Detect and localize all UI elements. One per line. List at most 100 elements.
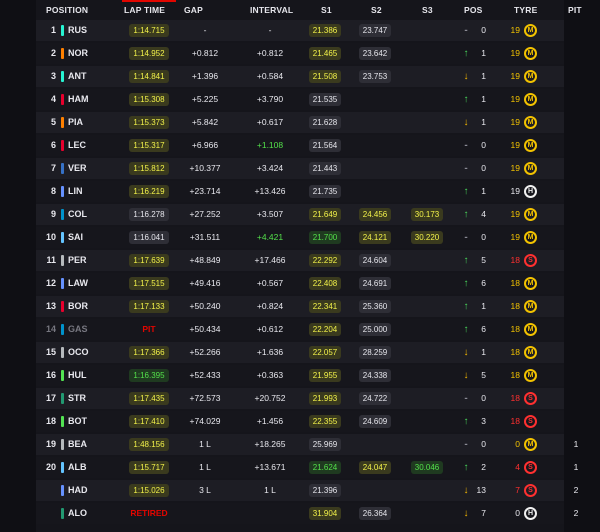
- header-position[interactable]: POSITION: [46, 5, 88, 15]
- header-gap[interactable]: GAP: [184, 5, 203, 15]
- table-row[interactable]: 12 LAW 1:17.515 +49.416 +0.567 22.408 24.691 ↑ 6…: [36, 273, 564, 294]
- driver-code[interactable]: NOR: [68, 43, 88, 64]
- driver-code[interactable]: ALB: [68, 457, 87, 478]
- table-row[interactable]: 18 BOT 1:17.410 +74.029 +1.456 22.355 24.609 ↑ 3…: [36, 411, 564, 432]
- sector-2-time-cell: 24.722: [350, 388, 400, 409]
- gap-value: 1 L: [199, 462, 211, 472]
- position-change: 5: [481, 370, 486, 380]
- table-row[interactable]: 6 LEC 1:15.317 +6.966 +1.108 21.564 - 0 19 M: [36, 135, 564, 156]
- tyre-hard-icon: H: [524, 185, 537, 198]
- table-row[interactable]: 19 BEA 1:48.156 1 L +18.265 25.969-0 0 M 1: [36, 434, 578, 455]
- tyre-age: 19: [510, 232, 520, 242]
- table-row[interactable]: 16 HUL 1:16.395 +52.433 +0.363 21.955 24.338 ↓ 5…: [36, 365, 564, 386]
- driver-code[interactable]: HAM: [68, 89, 89, 110]
- sector-2-time-cell: 23.747: [350, 20, 400, 41]
- gap-value: +5.842: [191, 117, 219, 127]
- interval-value: +18.265: [254, 439, 286, 449]
- table-row[interactable]: 13 BOR 1:17.133 +50.240 +0.824 22.341 25.360 ↑ 1…: [36, 296, 564, 317]
- sector-1-time-cell: 21.700: [300, 227, 350, 248]
- no-change-icon: -: [464, 439, 468, 450]
- driver-code[interactable]: BOR: [68, 296, 88, 317]
- arrow-up-icon: ↑: [463, 255, 469, 266]
- tyre-age: 19: [510, 25, 520, 35]
- driver-code[interactable]: BOT: [68, 411, 87, 432]
- table-row[interactable]: 20 ALB 1:15.717 1 L +13.671 21.624 24.047 30.04…: [36, 457, 578, 478]
- driver-code[interactable]: PER: [68, 250, 87, 271]
- tyre-age: 18: [510, 278, 520, 288]
- table-row[interactable]: HAD 1:15.026 3 L 1 L 21.396 ↓ 13 7 S 2: [36, 480, 578, 501]
- lap-time-cell: 1:15.026: [123, 480, 175, 501]
- sector-1-time-cell: 22.355: [300, 411, 350, 432]
- driver-code[interactable]: BEA: [68, 434, 87, 455]
- pit-stops: [566, 66, 586, 87]
- table-row[interactable]: 2 NOR 1:14.952 +0.812 +0.812 21.465 23.642 ↑ 1 19…: [36, 43, 564, 64]
- sector-1-time-cell: 21.465: [300, 43, 350, 64]
- table-row[interactable]: 9 COL 1:16.278 +27.252 +3.507 21.649 24.456 30.…: [36, 204, 564, 225]
- driver-code[interactable]: SAI: [68, 227, 83, 248]
- table-row[interactable]: 14 GAS PIT +50.434 +0.612 22.204 25.000 ↑ 6 18 M: [36, 319, 564, 340]
- driver-code[interactable]: RUS: [68, 20, 87, 41]
- driver-code[interactable]: LEC: [68, 135, 86, 156]
- tyre-medium-icon: M: [524, 93, 537, 106]
- team-color-bar: [61, 439, 64, 450]
- sector-3-time-cell: [402, 20, 452, 41]
- table-row[interactable]: 7 VER 1:15.812 +10.377 +3.424 21.443 - 0 19 M: [36, 158, 564, 179]
- tyre-medium-icon: M: [524, 162, 537, 175]
- tyre-age: 4: [515, 462, 520, 472]
- header-s1[interactable]: S1: [321, 5, 332, 15]
- gap-value: +52.266: [189, 347, 221, 357]
- position-change: 7: [481, 508, 486, 518]
- table-row[interactable]: ALO RETIRED 31.904 26.364 ↓ 7 0 H 2: [36, 503, 578, 524]
- tyre-soft-icon: S: [524, 392, 537, 405]
- lap-time: 1:15.717: [129, 461, 169, 475]
- sector-3-time-cell: [402, 342, 452, 363]
- sector-1-time: 21.465: [308, 47, 342, 61]
- sector-3-time-cell: [402, 411, 452, 432]
- sector-1-time-cell: 21.535: [300, 89, 350, 110]
- driver-code[interactable]: VER: [68, 158, 87, 179]
- header-pit[interactable]: PIT: [568, 5, 582, 15]
- tyre-medium-icon: M: [524, 208, 537, 221]
- driver-code[interactable]: LAW: [68, 273, 88, 294]
- lap-time-cell: 1:17.366: [123, 342, 175, 363]
- table-row[interactable]: 11 PER 1:17.639 +48.849 +17.466 22.292 24.604 ↑…: [36, 250, 564, 271]
- driver-code[interactable]: ANT: [68, 66, 87, 87]
- header-pos[interactable]: POS: [464, 5, 483, 15]
- table-row[interactable]: 8 LIN 1:16.219 +23.714 +13.426 21.735 ↑ 1 19 H: [36, 181, 564, 202]
- table-row[interactable]: 15 OCO 1:17.366 +52.266 +1.636 22.057 28.259 ↓ 1…: [36, 342, 564, 363]
- lap-time-cell: 1:16.395: [123, 365, 175, 386]
- driver-code[interactable]: LIN: [68, 181, 83, 202]
- driver-code[interactable]: ALO: [68, 503, 87, 524]
- sector-3-time-cell: [402, 319, 452, 340]
- header-s2[interactable]: S2: [371, 5, 382, 15]
- driver-code[interactable]: GAS: [68, 319, 88, 340]
- header-interval[interactable]: INTERVAL: [250, 5, 293, 15]
- driver-code[interactable]: OCO: [68, 342, 89, 363]
- driver-code[interactable]: PIA: [68, 112, 83, 133]
- lap-time-cell: RETIRED: [123, 503, 175, 524]
- driver-code[interactable]: COL: [68, 204, 87, 225]
- header-s3[interactable]: S3: [422, 5, 433, 15]
- table-row[interactable]: 4 HAM 1:15.308 +5.225 +3.790 21.535 ↑ 1 19 M: [36, 89, 564, 110]
- table-row[interactable]: 1 RUS 1:14.715 - - 21.386 23.747 - 0 19 M: [36, 20, 564, 41]
- driver-code[interactable]: HUL: [68, 365, 87, 386]
- table-row[interactable]: 17 STR 1:17.435 +72.573 +20.752 21.993 24.722 -…: [36, 388, 564, 409]
- arrow-up-icon: ↑: [463, 324, 469, 335]
- table-row[interactable]: 3 ANT 1:14.841 +1.396 +0.584 21.508 23.753 ↓ 1 19…: [36, 66, 564, 87]
- no-change-icon: -: [464, 232, 468, 243]
- lap-time-cell: 1:16.219: [123, 181, 175, 202]
- sector-2-time-cell: 23.753: [350, 66, 400, 87]
- gap-value: 1 L: [199, 439, 211, 449]
- driver-code[interactable]: STR: [68, 388, 86, 409]
- sector-1-time: 21.564: [308, 139, 342, 153]
- sector-1-time-cell: 22.408: [300, 273, 350, 294]
- lap-time-cell: 1:17.515: [123, 273, 175, 294]
- header-tyre[interactable]: TYRE: [514, 5, 537, 15]
- lap-time: 1:14.715: [129, 24, 169, 38]
- sector-2-time-cell: 25.360: [350, 296, 400, 317]
- header-lap-time[interactable]: LAP TIME: [124, 5, 165, 15]
- table-row[interactable]: 10 SAI 1:16.041 +31.511 +4.421 21.700 24.121 30…: [36, 227, 564, 248]
- driver-code[interactable]: HAD: [68, 480, 88, 501]
- lap-time-cell: 1:14.952: [123, 43, 175, 64]
- table-row[interactable]: 5 PIA 1:15.373 +5.842 +0.617 21.628 ↓ 1 19 M: [36, 112, 564, 133]
